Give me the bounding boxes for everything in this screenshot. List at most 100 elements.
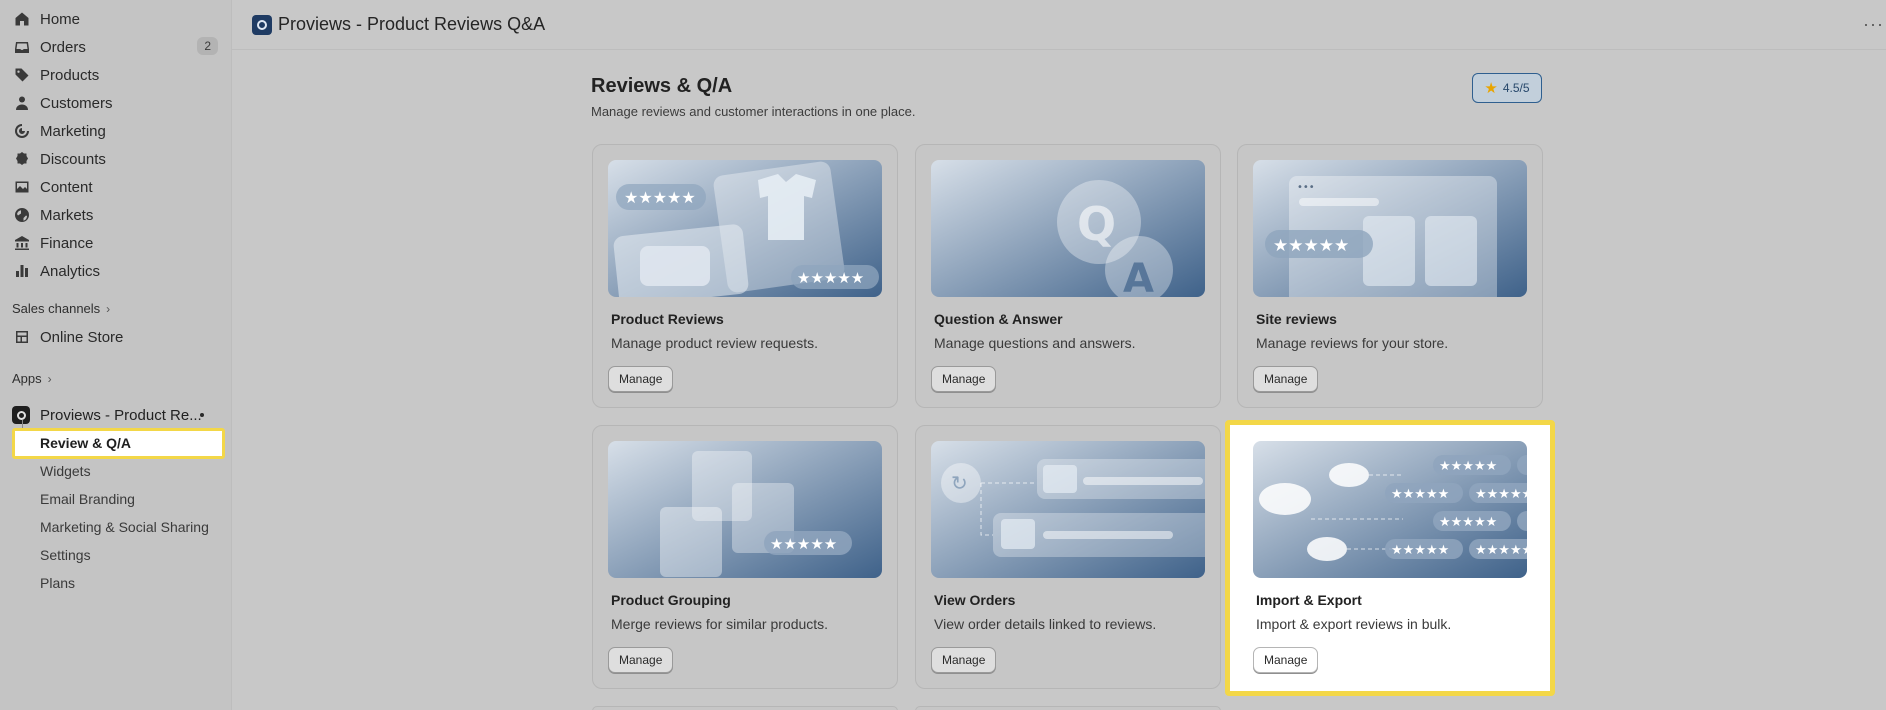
svg-text:↻: ↻ (951, 471, 968, 495)
card-title: Product Reviews (611, 311, 724, 327)
svg-text:★★★★★: ★★★★★ (1475, 543, 1527, 558)
nav-app-proviews[interactable]: Proviews - Product Re... (12, 402, 218, 428)
product-reviews-illustration: ★★★★★ ★★★★★ (608, 160, 882, 297)
star-icon: ★ (1484, 80, 1498, 97)
sidebar: Home Orders 2 Products Customers Marketi… (0, 0, 232, 710)
home-icon (12, 9, 32, 29)
nav-label: Finance (40, 234, 94, 252)
manage-site-reviews-button[interactable]: Manage (1253, 366, 1319, 392)
svg-text:★★★★★: ★★★★★ (1439, 515, 1497, 530)
card-site-reviews: ••• ★★★★★ Site reviews Manage reviews fo… (1237, 144, 1543, 408)
svg-text:★★★★★: ★★★★★ (1475, 487, 1527, 502)
apps-label: Apps (12, 371, 42, 386)
card-view-orders: ↻ View Orders View order details linked … (915, 425, 1221, 689)
card-title: Question & Answer (934, 311, 1063, 327)
nav-label: Products (40, 66, 100, 84)
subnav-email-branding[interactable]: Email Branding (40, 488, 135, 510)
nav-orders[interactable]: Orders 2 (12, 34, 218, 60)
nav-label: Online Store (40, 328, 124, 346)
nav-content[interactable]: Content (12, 174, 218, 200)
rating-value: 4.5/5 (1502, 81, 1530, 95)
nav-label: Markets (40, 206, 94, 224)
subnav-review-qa[interactable]: Review & Q/A (12, 428, 225, 459)
nav-online-store[interactable]: Online Store (12, 324, 218, 350)
subnav-marketing-social[interactable]: Marketing & Social Sharing (40, 516, 209, 538)
image-icon (12, 177, 32, 197)
card-description: Manage reviews for your store. (1256, 335, 1449, 351)
subnav-widgets[interactable]: Widgets (40, 460, 91, 482)
apps-header[interactable]: Apps › (12, 371, 52, 386)
nav-label: Marketing (40, 122, 106, 140)
nav-home[interactable]: Home (12, 6, 218, 32)
inbox-icon (12, 37, 32, 57)
page-title: Reviews & Q/A (591, 75, 733, 97)
manage-view-orders-button[interactable]: Manage (931, 647, 997, 673)
sales-channels-label: Sales channels (12, 301, 101, 316)
tag-icon (12, 65, 32, 85)
svg-text:★★★★★: ★★★★★ (624, 188, 696, 207)
more-options-icon[interactable]: ··· (1863, 14, 1884, 35)
nav-marketing[interactable]: Marketing (12, 118, 218, 144)
page-subtitle: Manage reviews and customer interactions… (591, 104, 916, 119)
nav-label: Discounts (40, 150, 106, 168)
svg-text:Q: Q (1077, 197, 1116, 251)
nav-label: Content (40, 178, 93, 196)
card-product-reviews: ★★★★★ ★★★★★ Product Reviews Manage produ… (592, 144, 898, 408)
target-icon (12, 121, 32, 141)
import-export-illustration: ★★★★★ ★★★★★ ★★★★★ ★★★★★ ★★★★★ ★★★★★ (1253, 441, 1527, 578)
bar-chart-icon (12, 261, 32, 281)
card-import-export: ★★★★★ ★★★★★ ★★★★★ ★★★★★ ★★★★★ ★★★★★ Impo… (1225, 420, 1555, 696)
card-title: Import & Export (1256, 592, 1362, 608)
svg-text:★★★★★: ★★★★★ (1273, 236, 1349, 256)
svg-text:★★★★★: ★★★★★ (770, 535, 837, 553)
sales-channels-header[interactable]: Sales channels › (12, 301, 110, 316)
pin-dot-icon (200, 413, 204, 417)
svg-text:•••: ••• (1297, 182, 1315, 193)
store-icon (12, 327, 32, 347)
card-title: Site reviews (1256, 311, 1337, 327)
nav-label: Home (40, 10, 81, 28)
nav-label: Orders (40, 38, 86, 56)
chevron-right-icon: › (106, 301, 111, 316)
nav-finance[interactable]: Finance (12, 230, 218, 256)
site-reviews-illustration: ••• ★★★★★ (1253, 160, 1527, 297)
subnav-settings[interactable]: Settings (40, 544, 91, 566)
nav-markets[interactable]: Markets (12, 202, 218, 228)
card-description: Merge reviews for similar products. (611, 616, 829, 632)
card-partial (592, 706, 898, 710)
app-title: Proviews - Product Reviews Q&A (278, 14, 546, 34)
product-grouping-illustration: ★★★★★ (608, 441, 882, 578)
nav-products[interactable]: Products (12, 62, 218, 88)
subnav-label: Review & Q/A (40, 435, 132, 451)
question-answer-illustration: Q A (931, 160, 1205, 297)
app-header: Proviews - Product Reviews Q&A ··· (232, 0, 1886, 50)
rating-badge[interactable]: ★ 4.5/5 (1472, 73, 1542, 103)
nav-customers[interactable]: Customers (12, 90, 218, 116)
subnav-plans[interactable]: Plans (40, 572, 75, 594)
card-question-answer: Q A Question & Answer Manage questions a… (915, 144, 1221, 408)
discount-icon (12, 149, 32, 169)
card-description: Manage product review requests. (611, 335, 818, 351)
card-product-grouping: ★★★★★ Product Grouping Merge reviews for… (592, 425, 898, 689)
manage-product-reviews-button[interactable]: Manage (608, 366, 674, 392)
view-orders-illustration: ↻ (931, 441, 1205, 578)
manage-import-export-button[interactable]: Manage (1253, 647, 1319, 673)
nav-analytics[interactable]: Analytics (12, 258, 218, 284)
globe-icon (12, 205, 32, 225)
card-description: View order details linked to reviews. (934, 616, 1157, 632)
svg-text:★★★★★: ★★★★★ (1391, 487, 1449, 502)
orders-count-badge: 2 (197, 37, 218, 55)
svg-text:★★★★★: ★★★★★ (1391, 543, 1449, 558)
card-description: Import & export reviews in bulk. (1256, 616, 1452, 632)
manage-product-grouping-button[interactable]: Manage (608, 647, 674, 673)
manage-question-answer-button[interactable]: Manage (931, 366, 997, 392)
card-title: View Orders (934, 592, 1016, 608)
chevron-right-icon: › (47, 371, 52, 386)
card-partial (915, 706, 1221, 710)
person-icon (12, 93, 32, 113)
nav-discounts[interactable]: Discounts (12, 146, 218, 172)
svg-text:A: A (1123, 256, 1154, 297)
card-title: Product Grouping (611, 592, 731, 608)
nav-label: Analytics (40, 262, 101, 280)
card-description: Manage questions and answers. (934, 335, 1136, 351)
